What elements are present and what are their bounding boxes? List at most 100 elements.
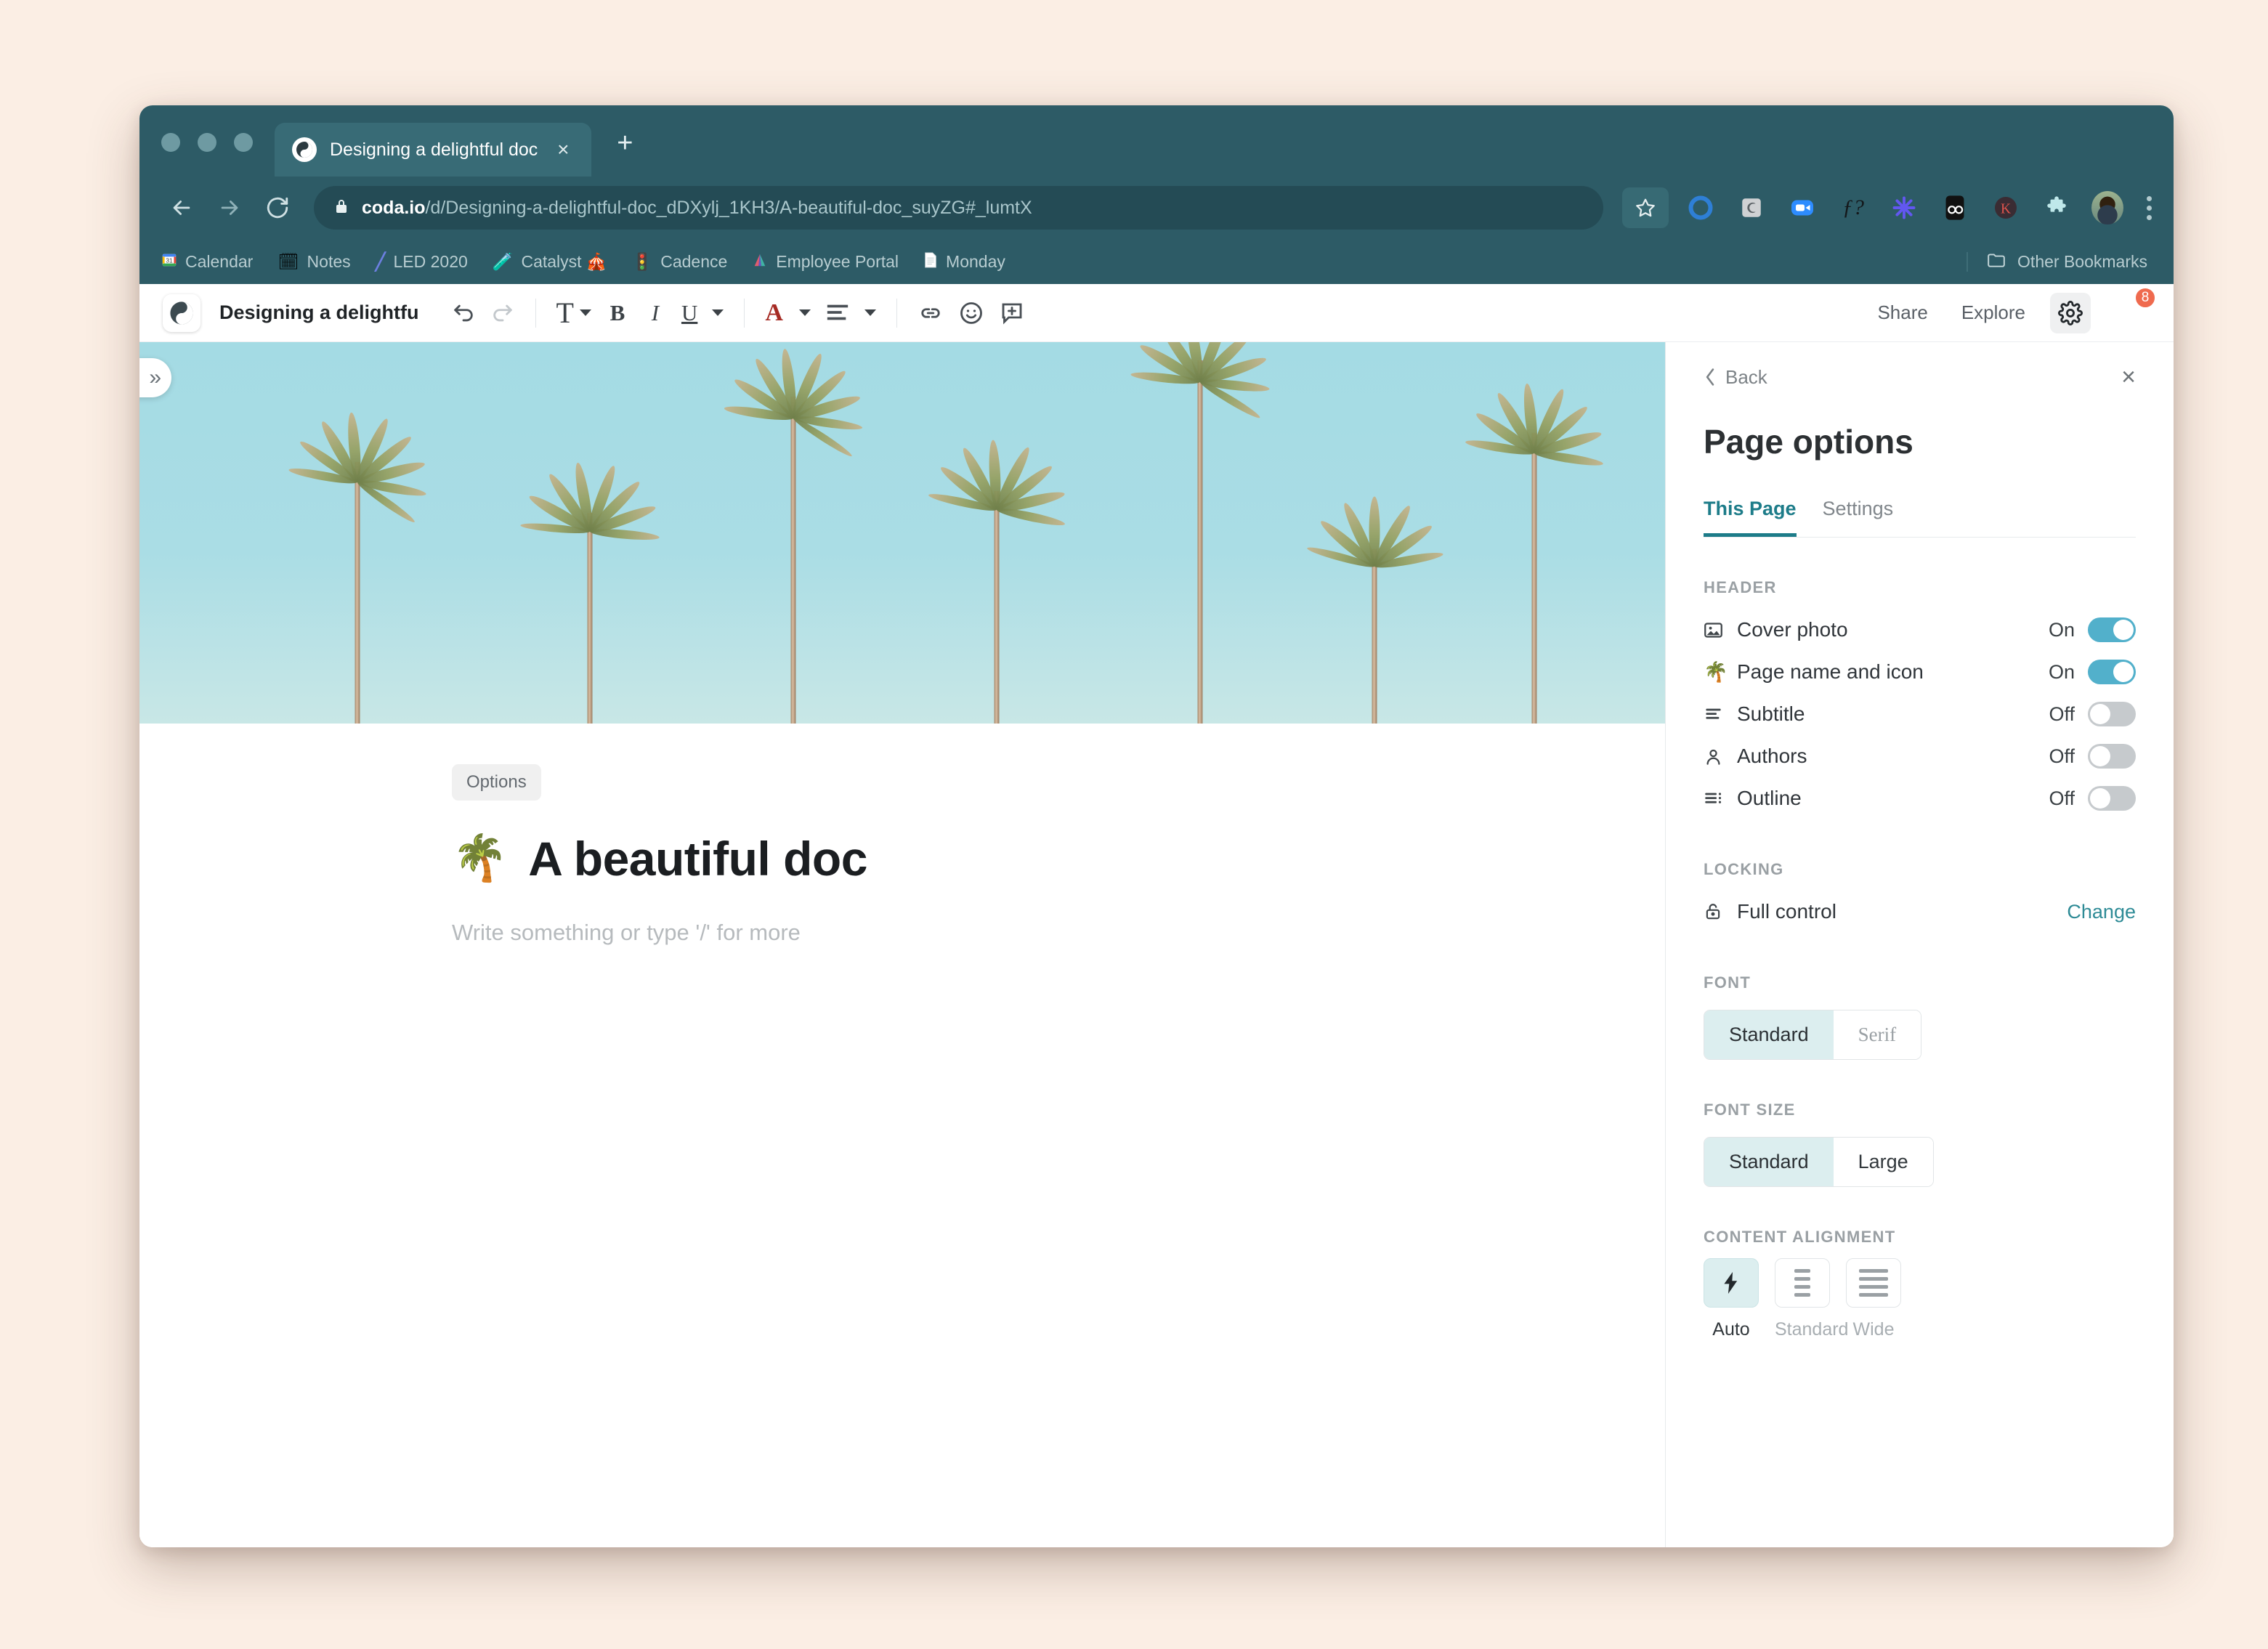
font-option-standard[interactable]: Standard [1704,1010,1834,1059]
bookmark-monday[interactable]: Monday [923,252,1005,272]
text-style-button[interactable]: T [549,293,599,333]
bookmark-led-2020[interactable]: ╱ LED 2020 [376,252,468,272]
alignment-option-standard[interactable] [1775,1258,1830,1308]
text-style-label: T [556,299,574,328]
bookmark-catalyst[interactable]: 🧪 Catalyst 🎪 [493,252,607,272]
alignment-label-standard: Standard [1775,1319,1830,1340]
back-arrow-icon[interactable] [161,187,202,228]
state-text: On [2049,661,2075,684]
expand-sidebar-button[interactable]: » [139,358,171,397]
notification-badge[interactable]: 8 [2134,287,2156,309]
forward-arrow-icon[interactable] [209,187,250,228]
puzzle-extensions-icon[interactable] [2041,192,2073,224]
toolbar-right-actions: Share Explore 8 [1864,293,2150,333]
option-row-cover-photo[interactable]: Cover photo On [1704,609,2136,651]
slash-icon: ╱ [376,254,386,270]
loom-extension-icon[interactable] [1939,192,1971,224]
gear-icon[interactable] [2050,293,2091,333]
kebab-menu-icon[interactable] [2147,196,2152,220]
new-tab-button[interactable]: + [610,129,639,158]
italic-button[interactable]: I [636,293,674,333]
user-avatar[interactable]: 8 [2110,293,2150,333]
svg-text:31: 31 [166,258,173,264]
state-text: Off [2049,787,2075,810]
font-size-section-label: FONT SIZE [1704,1101,2136,1119]
option-state[interactable]: On [2049,617,2136,642]
option-state[interactable]: Off [2049,744,2136,769]
option-row-authors[interactable]: Authors Off [1704,735,2136,777]
font-size-option-large[interactable]: Large [1834,1138,1933,1186]
font-option-serif[interactable]: Serif [1834,1010,1921,1059]
bookmark-notes[interactable]: 🗓 Notes [278,252,350,272]
redo-icon[interactable] [483,293,522,333]
align-button[interactable] [818,293,883,333]
option-state[interactable]: Off [2049,702,2136,726]
options-chip[interactable]: Options [452,764,541,801]
option-state[interactable]: On [2049,660,2136,684]
browser-tab[interactable]: Designing a delightful doc × [275,123,591,177]
change-lock-link[interactable]: Change [2067,901,2136,923]
alignment-labels: Auto Standard Wide [1704,1319,2136,1340]
toggle-outline[interactable] [2088,786,2136,811]
explore-button[interactable]: Explore [1948,294,2038,331]
emoji-icon[interactable] [951,293,992,333]
toggle-authors[interactable] [2088,744,2136,769]
text-color-button[interactable]: A [758,293,818,333]
lightning-bolt-icon [1722,1272,1741,1294]
underline-button[interactable]: U [674,293,731,333]
bookmark-employee-portal[interactable]: Employee Portal [752,252,899,272]
option-state[interactable]: Off [2049,786,2136,811]
toggle-page-name-and-icon[interactable] [2088,660,2136,684]
bold-button[interactable]: B [599,293,636,333]
option-row-outline[interactable]: Outline Off [1704,777,2136,819]
coda-logo-icon[interactable] [163,294,201,332]
bookmark-cadence[interactable]: 🚦 Cadence [632,252,728,272]
url-input[interactable]: coda.io/d/Designing-a-delightful-doc_dDX… [314,186,1603,230]
alignment-label-wide: Wide [1846,1319,1901,1340]
grammarly-extension-icon[interactable] [1685,192,1717,224]
bookmark-calendar[interactable]: 31 Calendar [161,252,253,272]
url-path: /d/Designing-a-delightful-doc_dDXylj_1KH… [426,198,1032,218]
share-button[interactable]: Share [1864,294,1940,331]
url-text: coda.io/d/Designing-a-delightful-doc_dDX… [362,198,1032,219]
coda-extension-icon[interactable] [1736,192,1767,224]
window-traffic-lights[interactable] [161,133,253,177]
option-row-page-name-and-icon[interactable]: 🌴 Page name and icon On [1704,651,2136,693]
coda-toolbar: Designing a delightfu T B I [139,284,2174,342]
body-placeholder[interactable]: Write something or type '/' for more [452,920,1665,946]
reload-icon[interactable] [257,187,298,228]
person-icon [1704,747,1737,766]
palm-tree-icon[interactable]: 🌴 [452,836,508,881]
other-bookmarks-folder[interactable]: Other Bookmarks [1967,252,2152,272]
toggle-subtitle[interactable] [2088,702,2136,726]
close-tab-button[interactable]: × [551,137,575,162]
close-window-button[interactable] [161,133,180,152]
link-icon[interactable] [910,293,951,333]
fontface-extension-icon[interactable]: ƒ? [1837,192,1869,224]
toggle-cover-photo[interactable] [2088,617,2136,642]
kite-extension-icon[interactable]: K [1990,192,2022,224]
alignment-option-auto[interactable] [1704,1258,1759,1308]
minimize-window-button[interactable] [198,133,216,152]
add-comment-icon[interactable] [992,293,1032,333]
header-section-label: HEADER [1704,578,2136,597]
maximize-window-button[interactable] [234,133,253,152]
zoom-extension-icon[interactable] [1786,192,1818,224]
tab-this-page[interactable]: This Page [1704,498,1797,537]
bookmarks-bar: 31 Calendar 🗓 Notes ╱ LED 2020 🧪 Catalys… [139,239,2174,284]
alignment-option-wide[interactable] [1846,1258,1901,1308]
asterisk-extension-icon[interactable] [1888,192,1920,224]
folder-icon [1987,252,2006,271]
panel-back-button[interactable]: Back [1704,366,1767,389]
tab-settings[interactable]: Settings [1823,498,1894,537]
close-panel-button[interactable]: × [2121,365,2136,389]
font-size-option-standard[interactable]: Standard [1704,1138,1834,1186]
doc-title[interactable]: Designing a delightfu [219,301,419,324]
alignment-label-auto: Auto [1704,1319,1759,1340]
page-title[interactable]: A beautiful doc [528,831,867,886]
star-icon[interactable] [1622,187,1669,228]
undo-icon[interactable] [444,293,483,333]
browser-profile-avatar[interactable] [2091,192,2123,224]
option-row-subtitle[interactable]: Subtitle Off [1704,693,2136,735]
cover-photo[interactable]: » [139,342,1665,724]
